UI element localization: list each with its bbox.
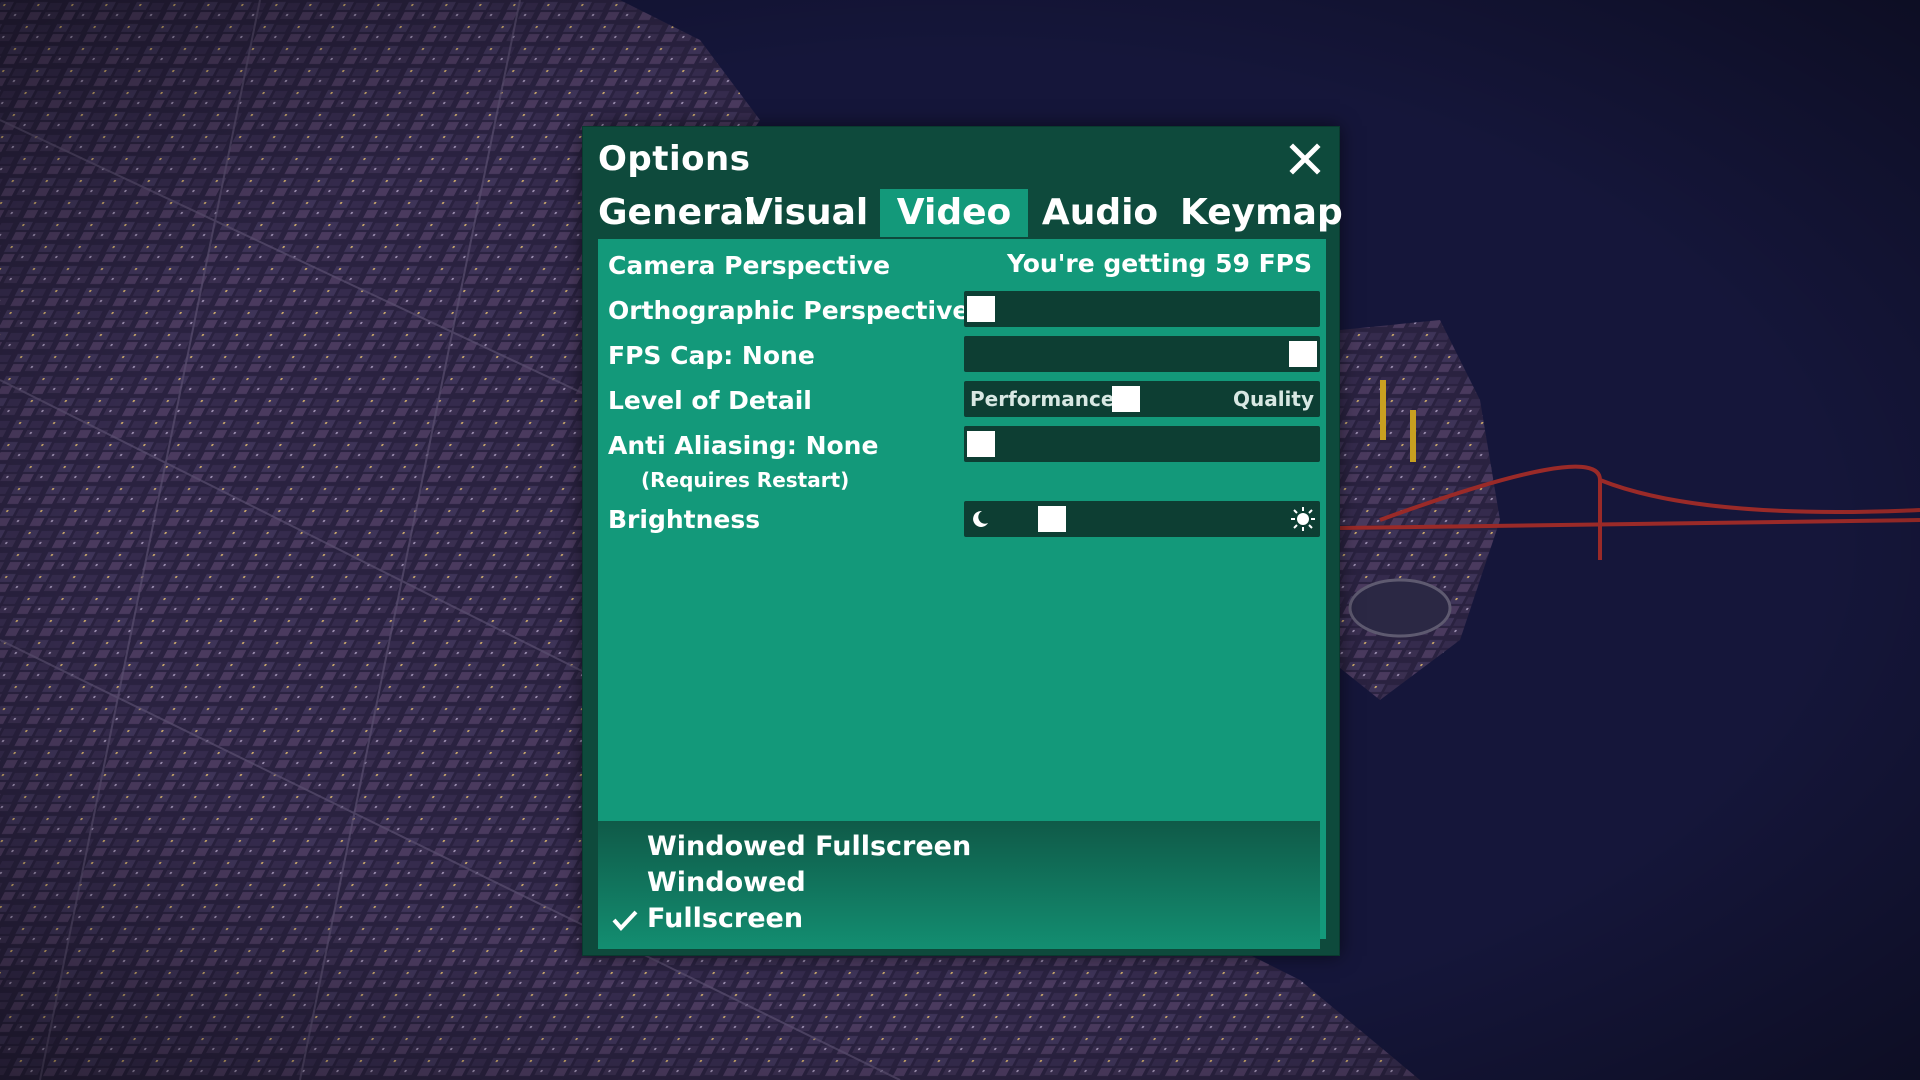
options-window: Options General Visual Video Audio Keyma… (582, 126, 1343, 956)
fps-cap-label: FPS Cap: None (608, 341, 815, 370)
display-mode-windowed-fullscreen[interactable]: Windowed Fullscreen (647, 831, 971, 862)
tab-bar: General Visual Video Audio Keymap (598, 189, 1343, 239)
orthographic-label: Orthographic Perspective (608, 296, 970, 325)
brightness-slider-knob[interactable] (1038, 506, 1066, 532)
tab-video[interactable]: Video (880, 189, 1028, 237)
fps-cap-slider-knob[interactable] (1289, 341, 1317, 367)
tab-audio[interactable]: Audio (1038, 189, 1162, 237)
sun-icon (1291, 507, 1315, 531)
moon-icon (973, 510, 988, 527)
fps-status: You're getting 59 FPS (1006, 249, 1312, 278)
anti-aliasing-note: (Requires Restart) (641, 468, 850, 492)
brightness-label: Brightness (608, 505, 761, 534)
display-mode-fullscreen[interactable]: Fullscreen (647, 903, 803, 934)
close-button[interactable] (1283, 137, 1327, 181)
display-mode-list: Windowed Fullscreen Windowed Fullscreen (598, 821, 1320, 949)
anti-aliasing-slider-knob[interactable] (967, 431, 995, 457)
tab-general[interactable]: General (598, 189, 756, 237)
lod-min-label: Performance (970, 387, 1115, 411)
anti-aliasing-slider[interactable] (964, 426, 1320, 462)
level-of-detail-slider-knob[interactable] (1112, 386, 1140, 412)
tab-visual[interactable]: Visual (745, 189, 868, 237)
brightness-slider[interactable] (964, 501, 1320, 537)
window-title: Options (598, 139, 751, 179)
camera-perspective-label: Camera Perspective (608, 251, 891, 280)
tab-keymap[interactable]: Keymap (1180, 189, 1343, 237)
close-icon (1289, 143, 1321, 175)
display-mode-windowed[interactable]: Windowed (647, 867, 806, 898)
level-of-detail-label: Level of Detail (608, 386, 812, 415)
orthographic-toggle[interactable] (964, 291, 1320, 327)
checkmark-icon (612, 910, 638, 931)
orthographic-toggle-knob[interactable] (967, 296, 995, 322)
video-settings-panel: Camera Perspective You're getting 59 FPS… (598, 239, 1326, 949)
lod-max-label: Quality (1232, 387, 1314, 411)
anti-aliasing-label: Anti Aliasing: None (608, 431, 879, 460)
fps-cap-slider[interactable] (964, 336, 1320, 372)
level-of-detail-slider[interactable]: Performance Quality (964, 381, 1320, 417)
